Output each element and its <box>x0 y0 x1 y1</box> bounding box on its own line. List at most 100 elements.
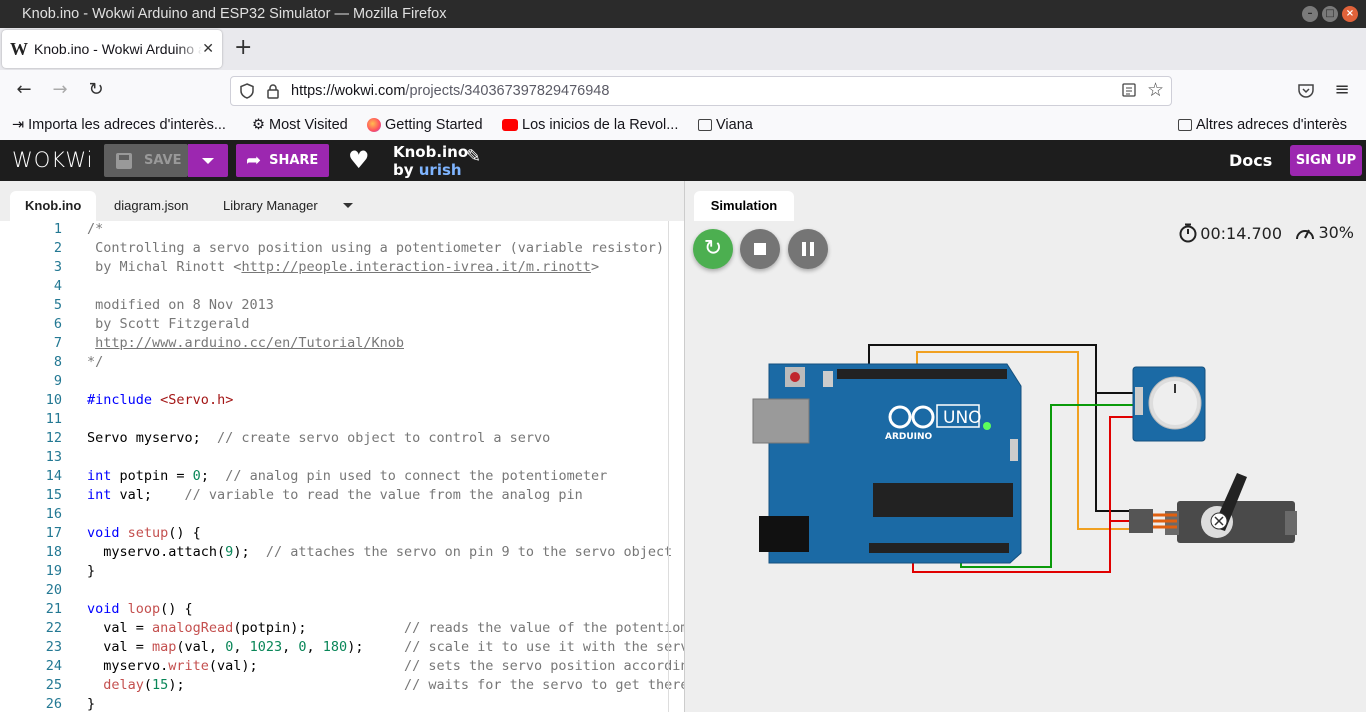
forward-icon[interactable]: → <box>48 79 72 100</box>
lock-icon[interactable] <box>265 83 281 99</box>
bookmark-los-inicios[interactable]: Los inicios de la Revol... <box>502 117 678 133</box>
save-disk-icon <box>116 152 132 169</box>
code-line: } <box>87 563 96 579</box>
save-options-dropdown[interactable] <box>188 144 228 177</box>
new-tab-icon[interactable]: + <box>234 36 252 60</box>
close-tab-icon[interactable]: ✕ <box>202 41 214 57</box>
power-led <box>983 422 991 430</box>
line-number: 11 <box>45 411 62 427</box>
url-bar[interactable]: https://wokwi.com/projects/3403673978294… <box>230 76 1172 106</box>
servo-motor[interactable] <box>1129 473 1297 543</box>
line-number: 2 <box>53 240 62 256</box>
simulation-timer: 00:14.700 <box>1179 223 1282 243</box>
like-heart-icon[interactable]: ♥ <box>348 146 370 174</box>
line-number: 12 <box>45 430 62 446</box>
code-line: #include <Servo.h> <box>87 392 234 408</box>
code-line: val = analogRead(potpin); // reads the v… <box>87 620 684 636</box>
edit-pencil-icon[interactable]: ✎ <box>466 146 481 167</box>
minimize-icon[interactable]: – <box>1302 6 1318 22</box>
stopwatch-icon <box>1179 223 1197 243</box>
save-button[interactable]: SAVE <box>104 144 188 177</box>
youtube-icon <box>502 119 518 131</box>
line-number: 16 <box>45 506 62 522</box>
simulation-pane: UNO ARDUINO Simulation ↻ 00:14.700 30% <box>684 181 1366 712</box>
reader-view-icon[interactable] <box>1121 82 1137 98</box>
sign-up-button[interactable]: SIGN UP <box>1290 145 1362 176</box>
editor-divider <box>668 221 669 712</box>
potentiometer[interactable] <box>1132 366 1206 442</box>
editor-tabs: Knob.ino diagram.json Library Manager <box>0 181 684 221</box>
line-number: 10 <box>45 392 62 408</box>
line-number: 4 <box>53 278 62 294</box>
wire-black-servo <box>1095 393 1131 512</box>
line-number: 17 <box>45 525 62 541</box>
author-link[interactable]: urish <box>419 161 462 179</box>
line-number: 8 <box>53 354 62 370</box>
window-title-bar: Knob.ino - Wokwi Arduino and ESP32 Simul… <box>0 0 1366 28</box>
pocket-icon[interactable] <box>1297 83 1315 99</box>
bookmark-most-visited[interactable]: ⚙ Most Visited <box>252 117 348 133</box>
code-line: void loop() { <box>87 601 193 617</box>
line-number: 1 <box>53 221 62 237</box>
wokwi-logo[interactable]: WOKWi <box>12 148 93 172</box>
code-line: int val; // variable to read the value f… <box>87 487 583 503</box>
code-line: http://www.arduino.cc/en/Tutorial/Knob <box>95 335 404 351</box>
arduino-uno-board[interactable]: UNO ARDUINO <box>752 363 1022 564</box>
back-icon[interactable]: ← <box>12 79 36 100</box>
line-number: 14 <box>45 468 62 484</box>
firefox-icon <box>367 118 381 132</box>
more-tabs-chevron-icon[interactable] <box>343 203 353 208</box>
stop-simulation-button[interactable] <box>740 229 780 269</box>
tab-knob-ino[interactable]: Knob.ino <box>10 191 97 221</box>
docs-link[interactable]: Docs <box>1229 151 1272 170</box>
code-line: Controlling a servo position using a pot… <box>87 240 665 256</box>
line-number: 20 <box>45 582 62 598</box>
code-line: modified on 8 Nov 2013 <box>87 297 274 313</box>
bookmark-viana[interactable]: Viana <box>698 117 753 133</box>
shield-icon[interactable] <box>239 83 255 99</box>
uno-label: UNO <box>943 408 982 428</box>
browser-tab-active[interactable]: W Knob.ino - Wokwi Arduino and ESP32 Sim… <box>2 30 222 68</box>
bookmark-getting-started[interactable]: Getting Started <box>367 117 483 133</box>
code-line: myservo.write(val); // sets the servo po… <box>87 658 684 674</box>
line-number: 5 <box>53 297 62 313</box>
share-arrow-icon: ➦ <box>246 150 262 171</box>
digital-header <box>837 369 1007 379</box>
close-window-icon[interactable]: × <box>1342 6 1358 22</box>
arduino-brand-label: ARDUINO <box>885 432 933 442</box>
restart-icon: ↻ <box>703 236 723 261</box>
simulation-speed: 30% <box>1295 223 1354 242</box>
analog-header <box>869 543 1009 553</box>
speedometer-icon <box>1296 229 1315 239</box>
line-number: 24 <box>45 658 62 674</box>
window-title: Knob.ino - Wokwi Arduino and ESP32 Simul… <box>22 6 447 22</box>
reload-icon[interactable]: ↻ <box>84 79 108 100</box>
pause-simulation-button[interactable] <box>788 229 828 269</box>
hamburger-menu-icon[interactable]: ≡ <box>1330 79 1354 100</box>
bookmarks-toolbar: ⇥ Importa les adreces d'interès... ⚙ Most … <box>0 112 1366 140</box>
tab-simulation[interactable]: Simulation <box>694 191 794 221</box>
tab-library-manager[interactable]: Library Manager <box>223 191 318 221</box>
line-number: 13 <box>45 449 62 465</box>
other-bookmarks[interactable]: Altres adreces d'interès <box>1178 117 1347 133</box>
atmega-chip <box>873 483 1013 517</box>
url-text[interactable]: https://wokwi.com/projects/3403673978294… <box>291 83 609 99</box>
line-number: 9 <box>53 373 62 389</box>
wokwi-favicon-icon: W <box>10 38 28 59</box>
share-button[interactable]: ➦ SHARE <box>236 144 329 177</box>
code-line: void setup() { <box>87 525 201 541</box>
bookmark-star-icon[interactable]: ☆ <box>1147 79 1164 101</box>
restart-simulation-button[interactable]: ↻ <box>693 229 733 269</box>
code-line: Servo myservo; // create servo object to… <box>87 430 551 446</box>
wokwi-header: WOKWi SAVE ➦ SHARE ♥ Knob.ino by urish ✎… <box>0 140 1366 181</box>
circuit-diagram[interactable]: UNO ARDUINO <box>685 181 1366 712</box>
gear-icon: ⚙ <box>252 117 265 133</box>
usb-port <box>752 398 810 444</box>
code-area[interactable]: /* Controlling a servo position using a … <box>87 221 684 712</box>
code-editor-pane: Knob.ino diagram.json Library Manager 12… <box>0 181 684 712</box>
navigation-toolbar: ← → ↻ https://wokwi.com/projects/3403673… <box>0 70 1366 112</box>
tab-title: Knob.ino - Wokwi Arduino and ESP32 Simul… <box>34 41 202 57</box>
tab-diagram-json[interactable]: diagram.json <box>114 191 188 221</box>
bookmark-import[interactable]: ⇥ Importa les adreces d'interès... <box>12 117 226 133</box>
maximize-icon[interactable]: □ <box>1322 6 1338 22</box>
